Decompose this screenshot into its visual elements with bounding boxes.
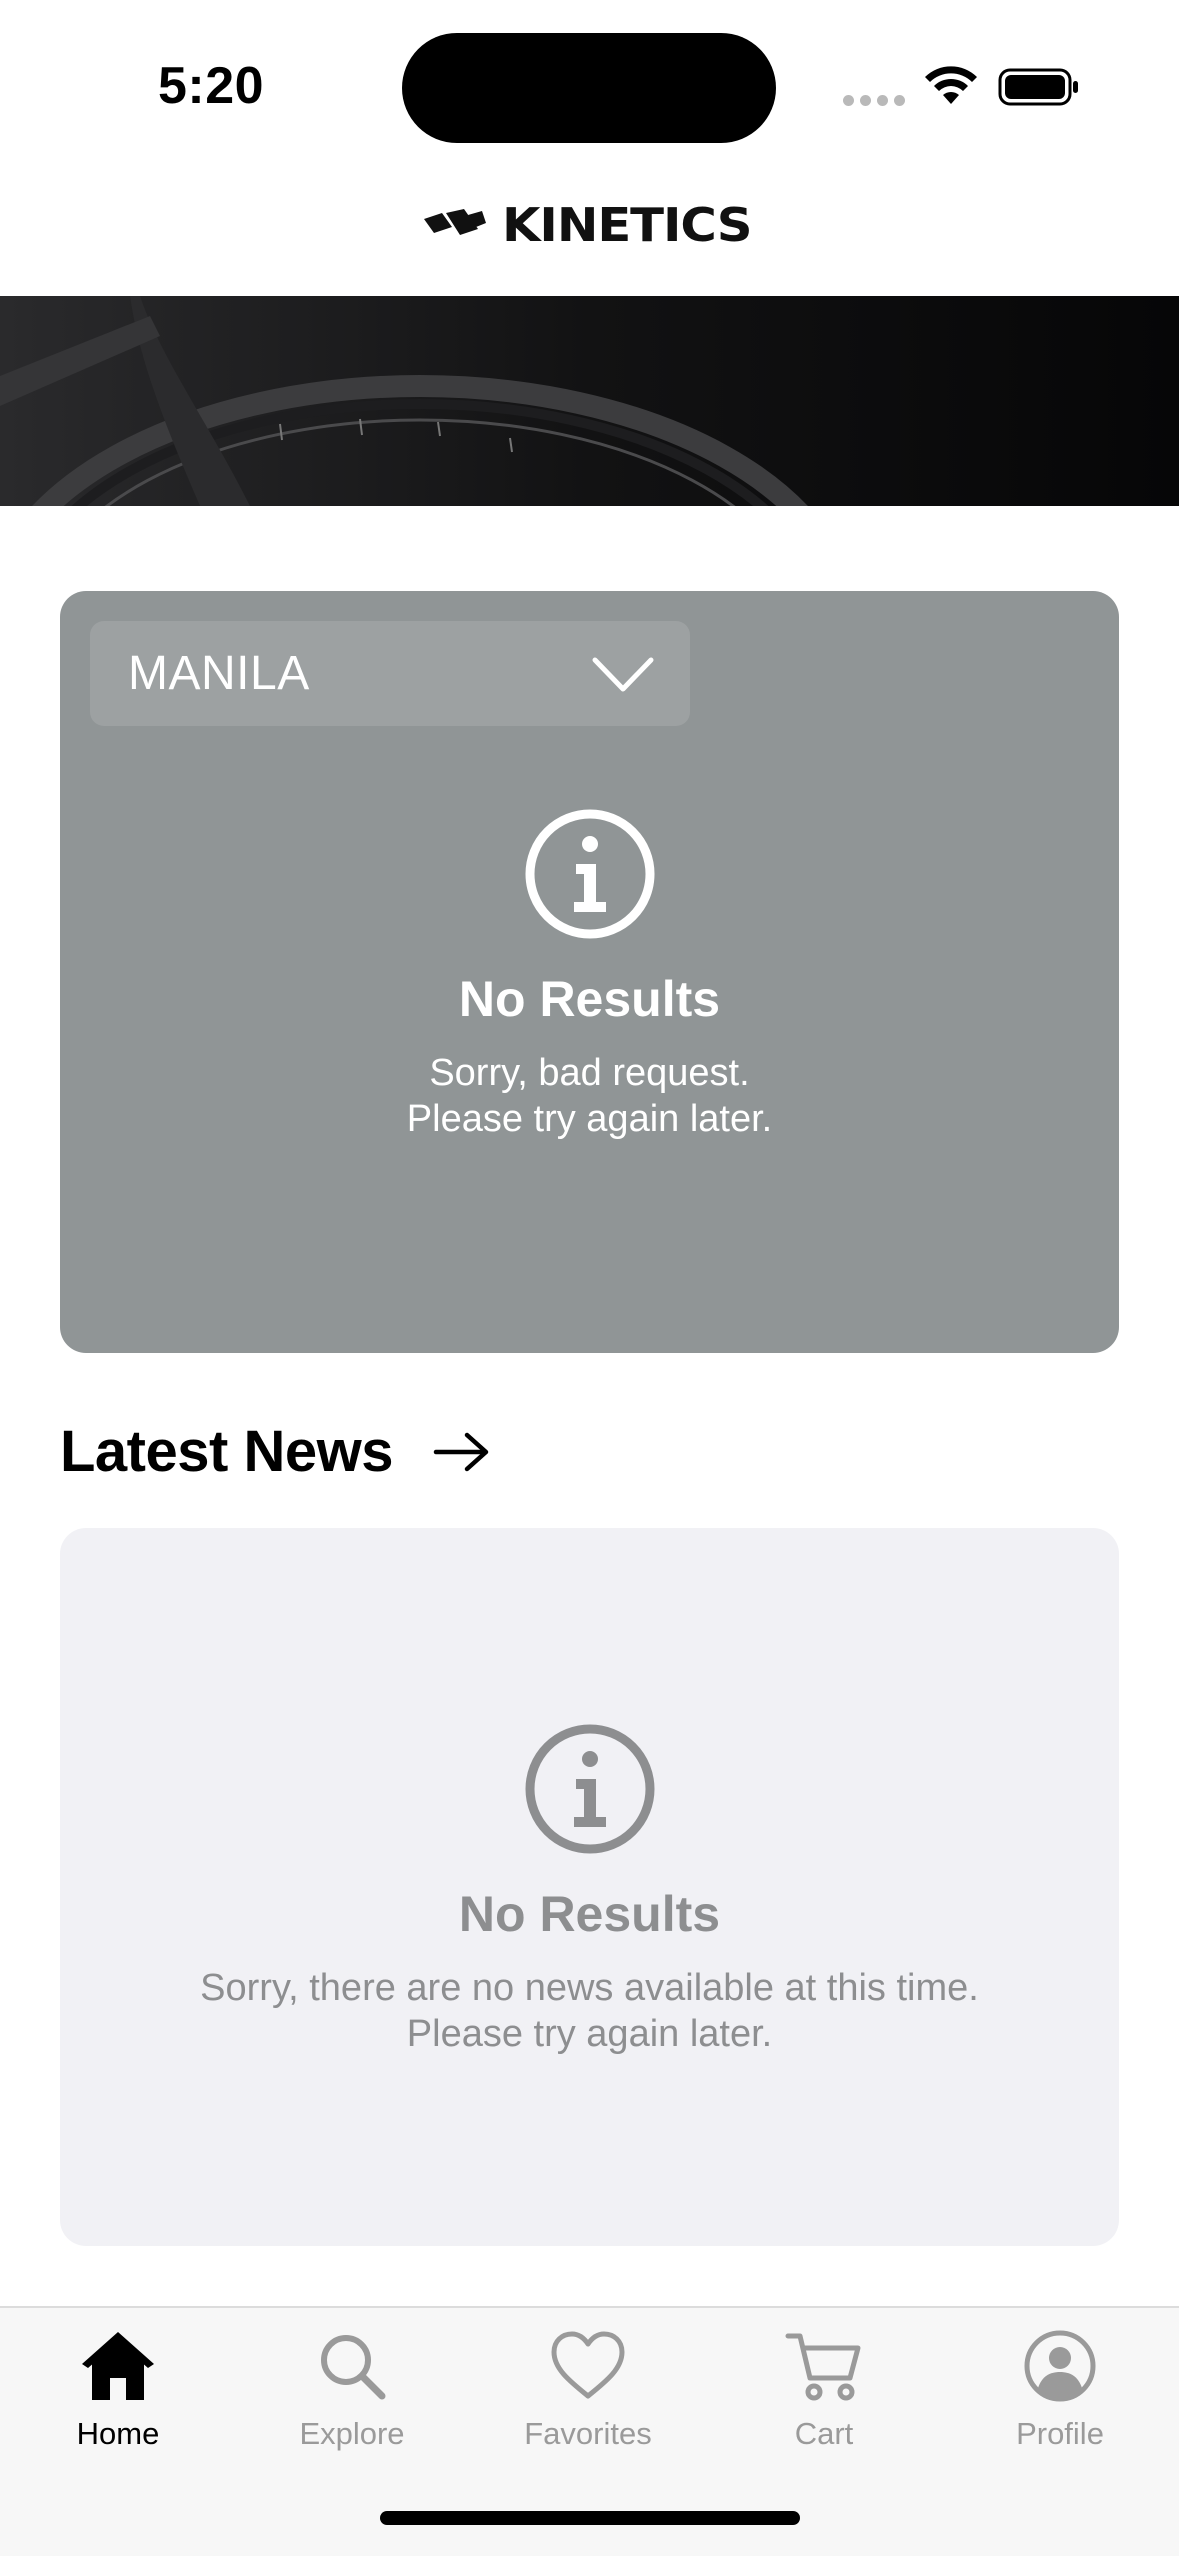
tab-label: Profile bbox=[1016, 2416, 1104, 2451]
profile-icon bbox=[1024, 2330, 1096, 2402]
battery-icon bbox=[998, 68, 1078, 106]
store-availability-card: MANILA No Results Sorry, bad request. Pl… bbox=[60, 591, 1119, 1353]
status-time: 5:20 bbox=[158, 57, 265, 115]
wifi-icon bbox=[925, 66, 977, 104]
tab-label: Favorites bbox=[524, 2416, 652, 2451]
location-dropdown[interactable]: MANILA bbox=[90, 621, 690, 726]
tab-explore[interactable]: Explore bbox=[262, 2328, 442, 2452]
tab-label: Explore bbox=[299, 2416, 405, 2451]
cellular-signal-icon bbox=[843, 95, 905, 106]
hero-banner-image bbox=[0, 296, 1179, 506]
empty-state-title: No Results bbox=[458, 1886, 721, 1942]
empty-state-message-line: Please try again later. bbox=[406, 1098, 773, 1140]
tab-profile[interactable]: Profile bbox=[970, 2328, 1150, 2452]
tab-home[interactable]: Home bbox=[28, 2328, 208, 2452]
tab-cart[interactable]: Cart bbox=[734, 2328, 914, 2452]
status-bar: 5:20 bbox=[0, 0, 1179, 170]
empty-state-message-line: Sorry, bad request. bbox=[429, 1052, 750, 1094]
search-icon bbox=[321, 2335, 386, 2400]
tab-label: Home bbox=[76, 2416, 160, 2451]
arrow-right-icon bbox=[433, 1432, 489, 1471]
latest-news-link[interactable]: Latest News bbox=[60, 1418, 491, 1485]
empty-state-title: No Results bbox=[458, 971, 721, 1027]
empty-state-message: Sorry, there are no news available at th… bbox=[60, 1965, 1119, 2057]
empty-state-message-line: Sorry, there are no news available at th… bbox=[200, 1967, 979, 2009]
tab-favorites[interactable]: Favorites bbox=[498, 2328, 678, 2452]
brand-logo: KINETICS bbox=[420, 198, 760, 252]
cart-icon bbox=[785, 2333, 861, 2401]
brand-name: KINETICS bbox=[502, 198, 752, 252]
tab-label: Cart bbox=[794, 2416, 854, 2451]
store-empty-state: No Results Sorry, bad request. Please tr… bbox=[60, 808, 1119, 1142]
chevron-down-icon bbox=[592, 657, 654, 692]
info-icon bbox=[525, 809, 654, 939]
dynamic-island bbox=[402, 33, 776, 143]
info-icon bbox=[525, 1724, 654, 1854]
empty-state-message-line: Please try again later. bbox=[406, 2013, 773, 2055]
kinetics-logo-icon bbox=[424, 209, 486, 235]
home-icon bbox=[82, 2332, 154, 2400]
empty-state-message: Sorry, bad request. Please try again lat… bbox=[60, 1050, 1119, 1142]
home-screen: 5:20 KINETICS MANILA No Results Sorry, b… bbox=[0, 0, 1179, 2556]
location-dropdown-value: MANILA bbox=[128, 647, 310, 700]
heart-icon bbox=[551, 2331, 625, 2399]
news-card: No Results Sorry, there are no news avai… bbox=[60, 1528, 1119, 2246]
home-indicator[interactable] bbox=[380, 2511, 800, 2525]
news-empty-state: No Results Sorry, there are no news avai… bbox=[60, 1723, 1119, 2057]
section-title: Latest News bbox=[60, 1419, 393, 1484]
